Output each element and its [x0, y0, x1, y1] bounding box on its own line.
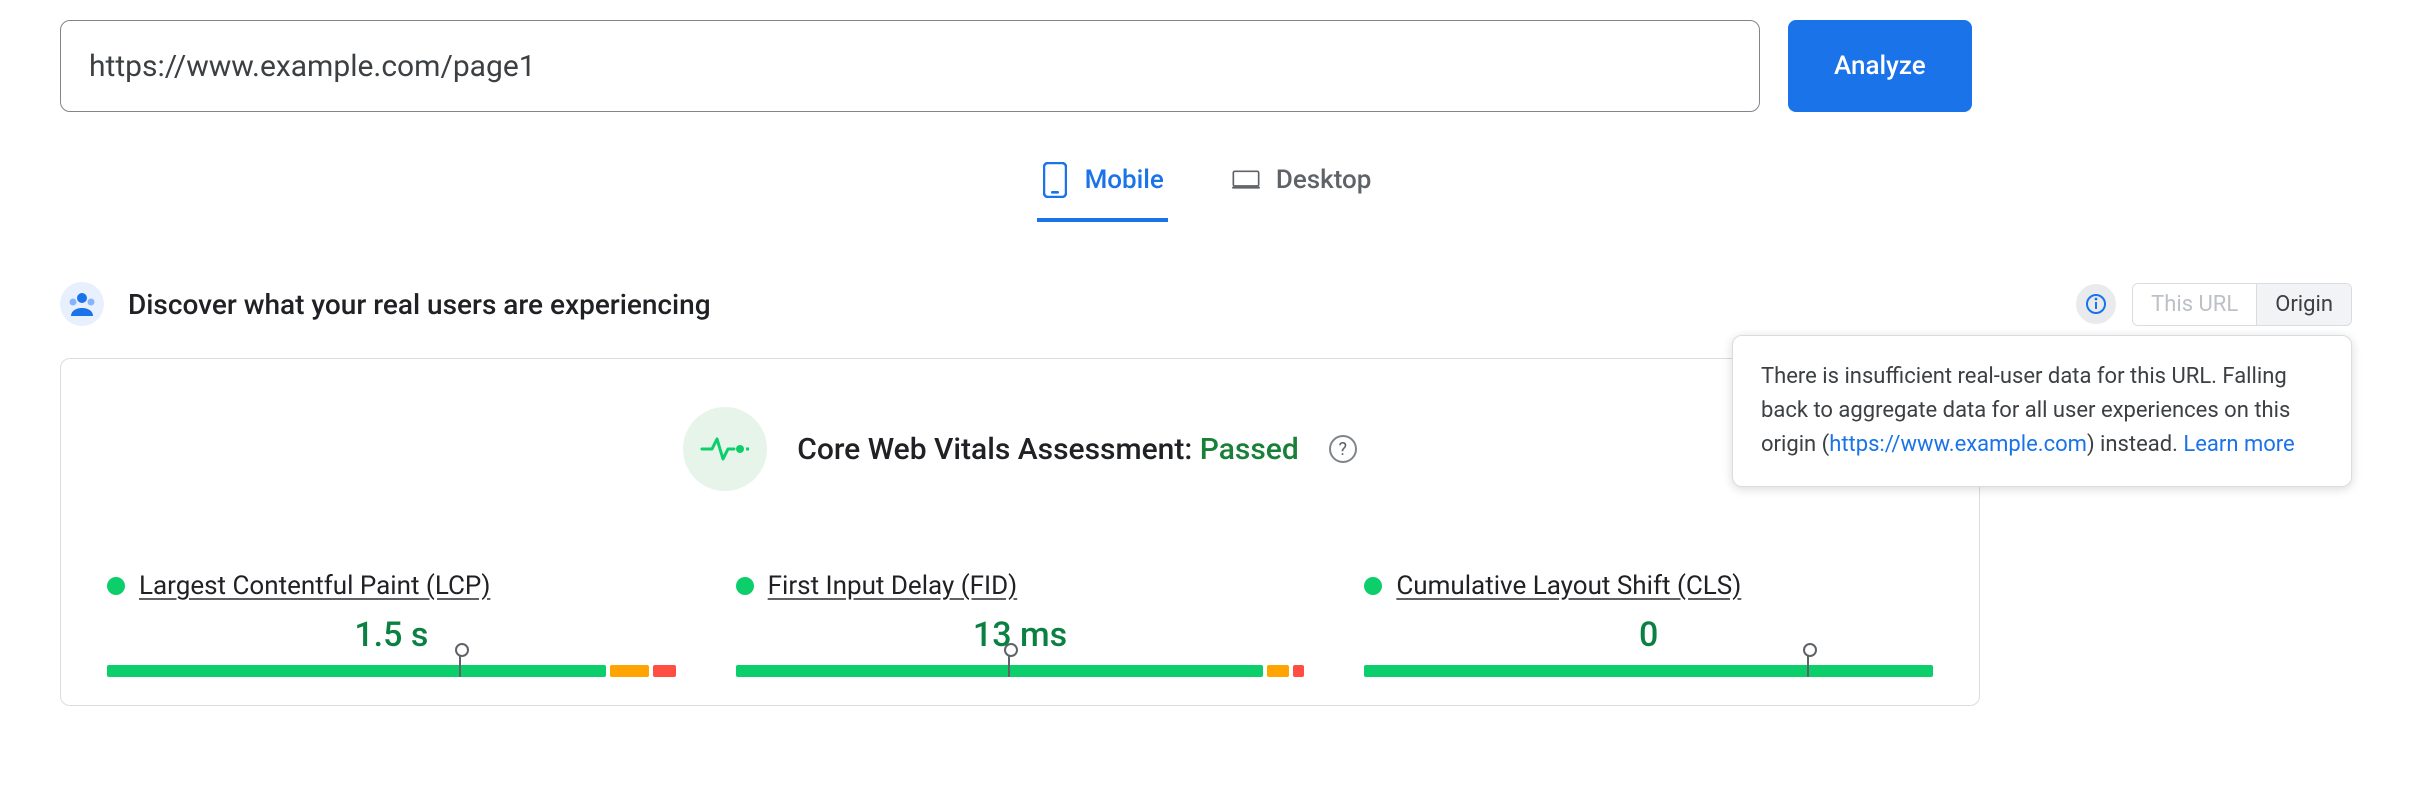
metric-fid-name[interactable]: First Input Delay (FID)	[768, 571, 1018, 601]
cwv-panel: Core Web Vitals Assessment: Passed ? Lar…	[60, 358, 1980, 706]
bar-good	[736, 665, 1263, 677]
help-icon[interactable]: ?	[1329, 435, 1357, 463]
discover-row: Discover what your real users are experi…	[60, 282, 2352, 326]
status-dot-green	[107, 577, 125, 595]
url-row: Analyze	[60, 20, 2352, 112]
metric-lcp: Largest Contentful Paint (LCP) 1.5 s	[107, 571, 676, 681]
bar-good	[107, 665, 606, 677]
tooltip-learn-more-link[interactable]: Learn more	[2183, 432, 2294, 457]
cwv-label: Core Web Vitals Assessment:	[797, 432, 1200, 467]
tab-mobile-label: Mobile	[1085, 165, 1164, 195]
discover-left: Discover what your real users are experi…	[60, 282, 711, 326]
metric-cls: Cumulative Layout Shift (CLS) 0	[1364, 571, 1933, 681]
insufficient-data-tooltip: There is insufficient real-user data for…	[1732, 335, 2352, 487]
bar-poor	[653, 665, 675, 677]
discover-title: Discover what your real users are experi…	[128, 288, 711, 321]
metric-fid: First Input Delay (FID) 13 ms	[736, 571, 1305, 681]
cwv-status: Passed	[1200, 432, 1299, 467]
url-input[interactable]	[60, 20, 1760, 112]
metric-lcp-value: 1.5 s	[107, 615, 676, 655]
bar-poor	[1293, 665, 1304, 677]
desktop-icon	[1232, 162, 1260, 198]
metric-lcp-bar	[107, 665, 676, 681]
analyze-button[interactable]: Analyze	[1788, 20, 1972, 112]
device-tabs: Mobile Desktop	[60, 152, 2352, 222]
metric-cls-value: 0	[1364, 615, 1933, 655]
metrics-row: Largest Contentful Paint (LCP) 1.5 s Fir…	[107, 571, 1933, 681]
metric-cls-name[interactable]: Cumulative Layout Shift (CLS)	[1396, 571, 1741, 601]
metric-fid-value: 13 ms	[736, 615, 1305, 655]
status-dot-green	[1364, 577, 1382, 595]
users-icon	[60, 282, 104, 326]
bar-needs-improvement	[1267, 665, 1289, 677]
vitals-pulse-icon	[683, 407, 767, 491]
cwv-header: Core Web Vitals Assessment: Passed ?	[107, 407, 1933, 491]
tab-desktop-label: Desktop	[1276, 165, 1372, 195]
tab-mobile[interactable]: Mobile	[1037, 152, 1168, 222]
metric-lcp-name[interactable]: Largest Contentful Paint (LCP)	[139, 571, 490, 601]
bar-good	[1364, 665, 1933, 677]
discover-right: This URL Origin There is insufficient re…	[2076, 283, 2352, 326]
scope-origin[interactable]: Origin	[2257, 284, 2351, 325]
scope-toggle: This URL Origin	[2132, 283, 2352, 326]
tooltip-origin-link[interactable]: https://www.example.com	[1829, 432, 2087, 457]
metric-cls-bar	[1364, 665, 1933, 681]
cwv-title: Core Web Vitals Assessment: Passed	[797, 432, 1299, 467]
status-dot-green	[736, 577, 754, 595]
tab-desktop[interactable]: Desktop	[1228, 152, 1376, 222]
info-icon[interactable]	[2076, 284, 2116, 324]
metric-fid-bar	[736, 665, 1305, 681]
scope-this-url: This URL	[2133, 284, 2256, 325]
bar-needs-improvement	[610, 665, 649, 677]
tooltip-text-after: ) instead.	[2087, 432, 2183, 457]
mobile-icon	[1041, 162, 1069, 198]
